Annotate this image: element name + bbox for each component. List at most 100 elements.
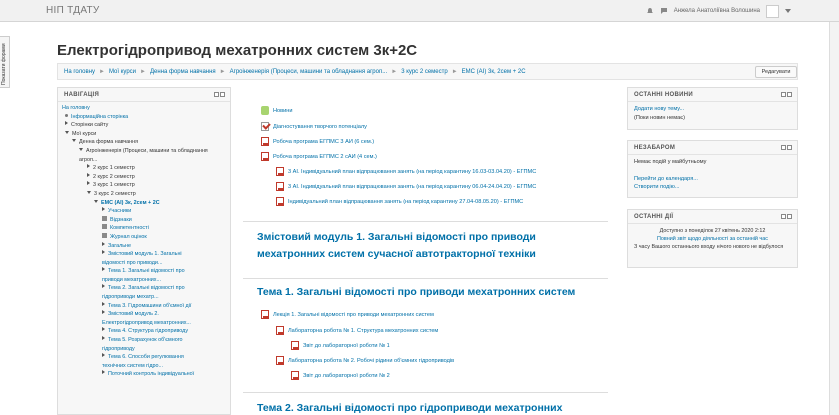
activity-link[interactable]: Лабораторна робота № 1. Структура мехатр… [288, 328, 438, 334]
nav-label[interactable]: Агроінженерія (Процеси, машини та обладн… [79, 148, 208, 163]
breadcrumb-my-courses[interactable]: Мої курси [109, 69, 136, 75]
chevron-right-icon[interactable] [87, 164, 90, 169]
block-controls[interactable] [781, 214, 792, 219]
chevron-right-icon[interactable] [102, 336, 105, 341]
nav-2k-1s[interactable]: 2 курс 1 семестр [62, 164, 226, 173]
nav-module-2[interactable]: Змістовий модуль 2. Електрогідропривод м… [62, 310, 202, 327]
nav-label[interactable]: Тема 2. Загальні відомості про гідроприв… [102, 285, 185, 300]
activity-link[interactable]: Лабораторна робота № 2. Робочі рідини об… [288, 358, 454, 364]
dock-icon[interactable] [787, 214, 792, 219]
user-name[interactable]: Анжела Анатоліївна Волошина [674, 8, 760, 14]
edit-button[interactable]: Редагувати [755, 66, 797, 78]
chevron-right-icon[interactable] [87, 181, 90, 186]
nav-label[interactable]: Компетентності [110, 225, 149, 231]
nav-badges[interactable]: Відзнаки [62, 215, 226, 225]
chevron-right-icon[interactable] [102, 327, 105, 332]
topic-1-lab-1[interactable]: Лабораторна робота № 1. Структура мехатр… [276, 326, 438, 335]
chevron-down-icon[interactable] [94, 199, 98, 203]
chevron-right-icon[interactable] [102, 241, 105, 246]
nav-label[interactable]: 2 курс 1 семестр [93, 165, 135, 171]
block-controls[interactable] [781, 92, 792, 97]
nav-general[interactable]: Загальне [62, 241, 226, 251]
nav-full-time[interactable]: Денна форма навчання [62, 138, 226, 147]
chevron-right-icon[interactable] [102, 353, 105, 358]
nav-my-courses[interactable]: Мої курси [62, 130, 226, 139]
activity-link[interactable]: Робоча програма ЕГПМС 2 сАИ (4 сем.) [273, 154, 377, 160]
activity-link[interactable]: 3 АІ. Індивідуальний план відпрацювання … [288, 184, 536, 190]
nav-topic-2[interactable]: Тема 2. Загальні відомості про гідроприв… [62, 284, 202, 301]
dock-icon[interactable] [787, 92, 792, 97]
activity-link[interactable]: Новини [273, 108, 292, 114]
activity-link[interactable]: Лекція 1. Загальні відомості про приводи… [273, 312, 434, 318]
topic-1-report-1[interactable]: Звіт до лабораторної роботи № 1 [291, 341, 390, 350]
nav-gradebook[interactable]: Журнал оцінок [62, 232, 226, 242]
chevron-right-icon[interactable] [87, 172, 90, 177]
nav-label[interactable]: Змістовий модуль 2. Електрогідропривод м… [102, 311, 191, 326]
activity-link[interactable]: Звіт до лабораторної роботи № 1 [303, 343, 390, 349]
scrollbar[interactable] [829, 22, 839, 415]
nav-control[interactable]: Поточний контроль індивідуальної [62, 370, 226, 379]
collapse-icon[interactable] [781, 214, 786, 219]
calendar-link[interactable]: Перейти до календаря... [634, 175, 791, 184]
activity-diagnostics[interactable]: Діагностування творчого потенціалу [261, 122, 367, 131]
chevron-right-icon[interactable] [102, 267, 105, 272]
activity-news[interactable]: Новини [261, 106, 292, 115]
nav-topic-4[interactable]: Тема 4. Структура гідроприводу [62, 327, 226, 336]
user-avatar[interactable] [766, 4, 779, 18]
nav-2k-2s[interactable]: 2 курс 2 семестр [62, 172, 226, 182]
breadcrumb-agro[interactable]: Агроінженерія (Процеси, машини та обладн… [230, 69, 388, 75]
nav-label[interactable]: Тема 5. Розрахунок об'ємного гідропривод… [102, 337, 183, 352]
chevron-right-icon[interactable] [102, 250, 105, 255]
chevron-right-icon[interactable] [102, 207, 105, 212]
nav-label[interactable]: Загальне [108, 243, 131, 249]
nav-label[interactable]: Змістовий модуль 1. Загальні відомості п… [102, 251, 182, 266]
breadcrumb-full-time[interactable]: Денна форма навчання [150, 69, 216, 75]
activity-plan-3[interactable]: Індивідуальний план відпрацювання занять… [276, 197, 523, 206]
activity-program-3ai[interactable]: Робоча програма ЕГПМС 3 АИ (6 сем.) [261, 137, 374, 146]
nav-label[interactable]: Учасники [108, 208, 131, 214]
chevron-down-icon[interactable] [785, 9, 791, 13]
nav-module-1[interactable]: Змістовий модуль 1. Загальні відомості п… [62, 250, 202, 267]
nav-label[interactable]: Поточний контроль індивідуальної [108, 371, 194, 377]
full-report-link[interactable]: Повний звіт щодо діяльності за останній … [634, 235, 791, 243]
chevron-down-icon[interactable] [72, 139, 76, 143]
nav-participants[interactable]: Учасники [62, 207, 226, 216]
site-brand[interactable]: НІП ТДАТУ [46, 5, 100, 16]
user-menu[interactable]: Анжела Анатоліївна Волошина [646, 4, 791, 18]
chevron-down-icon[interactable] [65, 130, 69, 134]
activity-link[interactable]: Звіт до лабораторної роботи № 2 [303, 373, 390, 379]
activity-link[interactable]: Індивідуальний план відпрацювання занять… [288, 199, 523, 205]
show-forums-tab[interactable]: Показати форами [0, 36, 10, 88]
nav-topic-6[interactable]: Тема 6. Способи регулювання технічних си… [62, 353, 202, 370]
nav-label[interactable]: ЕМС (АІ) 3к, 2сем + 2С [101, 200, 160, 206]
chevron-right-icon[interactable] [102, 310, 105, 315]
nav-label[interactable]: Відзнаки [110, 217, 132, 223]
chevron-right-icon[interactable] [102, 301, 105, 306]
chevron-right-icon[interactable] [65, 121, 68, 126]
chevron-down-icon[interactable] [79, 147, 83, 151]
activity-program-2sai[interactable]: Робоча програма ЕГПМС 2 сАИ (4 сем.) [261, 152, 377, 161]
collapse-icon[interactable] [214, 92, 219, 97]
chevron-right-icon[interactable] [102, 284, 105, 289]
nav-info-page[interactable]: Інформаційна сторінка [62, 113, 226, 122]
new-event-link[interactable]: Створити подію... [634, 183, 791, 192]
nav-home[interactable]: На головну [62, 104, 226, 113]
nav-label[interactable]: Тема 1. Загальні відомості про приводи м… [102, 268, 185, 283]
nav-label[interactable]: Мої курси [72, 131, 96, 137]
nav-current-course[interactable]: ЕМС (АІ) 3к, 2сем + 2С [62, 199, 226, 208]
message-icon[interactable] [660, 7, 668, 15]
nav-label[interactable]: 3 курс 2 семестр [94, 191, 136, 197]
chevron-down-icon[interactable] [87, 190, 91, 194]
nav-agro[interactable]: Агроінженерія (Процеси, машини та обладн… [62, 147, 222, 164]
nav-label[interactable]: Тема 4. Структура гідроприводу [108, 328, 188, 334]
nav-3k-1s[interactable]: 3 курс 1 семестр [62, 181, 226, 190]
nav-topic-5[interactable]: Тема 5. Розрахунок об'ємного гідропривод… [62, 336, 202, 353]
topic-1-lab-2[interactable]: Лабораторна робота № 2. Робочі рідини об… [276, 356, 454, 365]
dock-icon[interactable] [787, 145, 792, 150]
nav-label[interactable]: Тема 3. Гідромашини об'ємної дії [108, 303, 191, 309]
breadcrumb-home[interactable]: На головну [64, 69, 95, 75]
nav-competencies[interactable]: Компетентності [62, 224, 226, 233]
nav-label[interactable]: Тема 6. Способи регулювання технічних си… [102, 354, 184, 369]
nav-label[interactable]: 2 курс 2 семестр [93, 174, 135, 180]
nav-3k-2s[interactable]: 3 курс 2 семестр [62, 190, 226, 199]
